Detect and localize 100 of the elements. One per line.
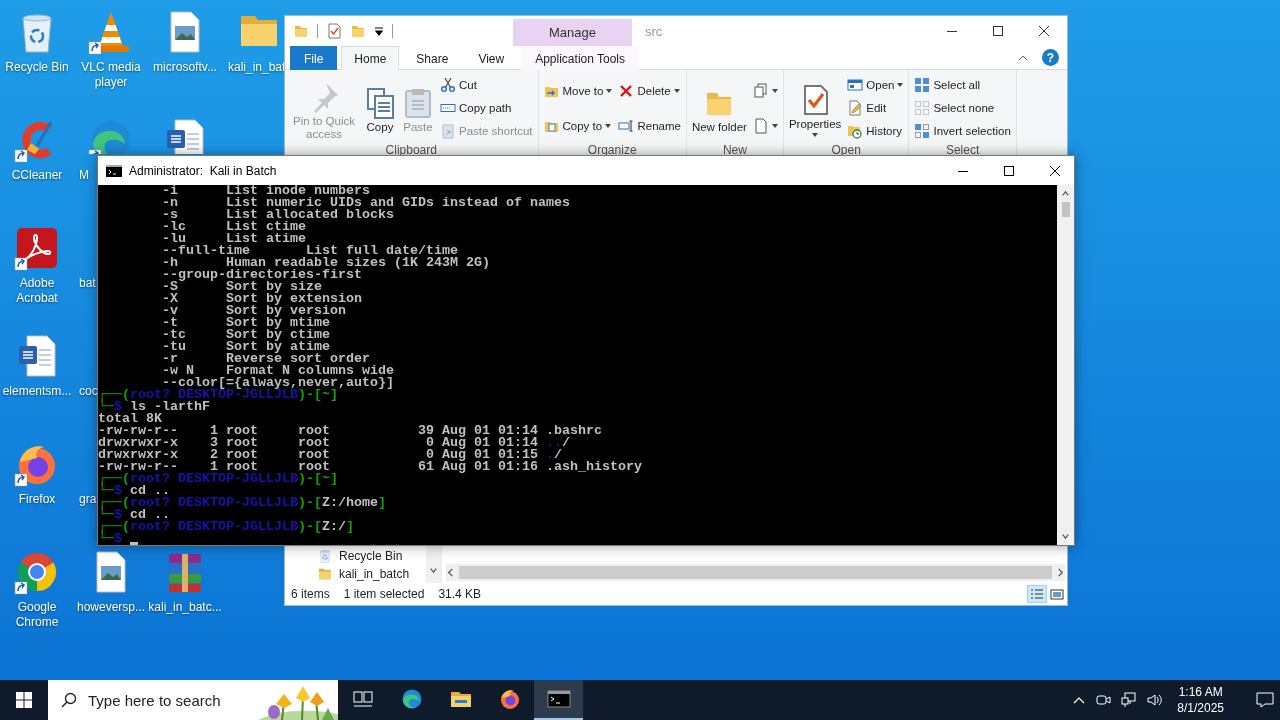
console-line: -h Human readable sizes (1K 243M 2G): [161, 257, 490, 269]
move-to-button[interactable]: Move to: [541, 81, 615, 100]
console-line: -X Sort by extension: [161, 293, 362, 305]
group-label: Select: [944, 143, 981, 159]
grid-icon: [914, 123, 931, 140]
console-line: -i List inode numbers: [161, 185, 370, 197]
close-icon[interactable]: [1039, 26, 1049, 36]
console-line: drwxrwxr-x 3 root root 0 Aug 01 01:14 ../: [98, 437, 570, 449]
invert-selection-button[interactable]: Invert selection: [912, 122, 1013, 141]
scrollbar-thumb[interactable]: [1061, 202, 1070, 217]
console-line: --color[={always,never,auto}]: [162, 377, 394, 389]
console-line: -v Sort by version: [161, 305, 346, 317]
close-icon[interactable]: [1050, 165, 1060, 176]
caret-icon: [605, 123, 612, 128]
dropdown-icon[interactable]: [374, 26, 384, 36]
grid-icon: [914, 76, 931, 93]
open-button[interactable]: Open: [845, 75, 906, 94]
selection-size: 31.4 KB: [438, 587, 482, 601]
maximize-icon[interactable]: [993, 26, 1003, 36]
console-line: -s List allocated blocks: [161, 209, 394, 221]
caret-icon: [606, 88, 613, 93]
nav-item[interactable]: kali_in_batch: [339, 567, 410, 581]
terminal-icon: [546, 687, 571, 711]
delete-button[interactable]: Delete: [616, 81, 683, 100]
ribbon-tab[interactable]: Application Tools: [521, 46, 640, 70]
clock[interactable]: 1:16 AM 8/1/2025: [1177, 684, 1224, 716]
clock-date: 8/1/2025: [1177, 700, 1224, 716]
camera-icon[interactable]: [1095, 692, 1112, 708]
select-none-button[interactable]: Select none: [912, 99, 1013, 117]
console-line: -r Reverse sort order: [161, 353, 370, 365]
edit-button[interactable]: Edit: [845, 99, 906, 117]
clipboard-icon: [440, 123, 456, 140]
notification-icon[interactable]: [1256, 692, 1274, 708]
search-icon: [61, 692, 77, 708]
rename-icon: [618, 117, 635, 134]
ribbon-tab[interactable]: File: [290, 46, 338, 70]
icon-label[interactable]: kali_in_batc...: [148, 600, 222, 615]
caret-icon: [897, 82, 904, 87]
icon-label[interactable]: howeversp...: [76, 600, 145, 615]
group-label: Organize: [586, 143, 638, 159]
icon-label[interactable]: bat: [74, 276, 96, 291]
network-icon[interactable]: [1121, 692, 1138, 708]
scrollbar-thumb[interactable]: [459, 566, 1052, 579]
select-all-button[interactable]: Select all: [912, 75, 1013, 94]
group-label: Clipboard: [384, 143, 438, 159]
console-line: -rw-rw-r-- 1 root root 39 Aug 01 01:14 .bashrc: [98, 425, 602, 437]
history-button[interactable]: History: [845, 122, 906, 141]
details-view-button[interactable]: [1027, 585, 1047, 603]
checklist-icon[interactable]: [326, 23, 342, 39]
window-title: Administrator: Kali in Batch: [129, 163, 278, 178]
caret-icon: [812, 133, 819, 137]
console-line: -S Sort by size: [161, 281, 322, 293]
caret-icon: [771, 123, 778, 128]
clock-time: 1:16 AM: [1178, 684, 1223, 700]
caret-icon: [771, 88, 778, 93]
window-title: src: [645, 23, 664, 39]
pencil-icon: [847, 100, 864, 116]
console-line: -rw-rw-r-- 1 root root 61 Aug 01 01:16 .ash_history: [98, 461, 642, 473]
context-tab-header: Manage: [513, 19, 632, 46]
windows-logo-icon[interactable]: [16, 692, 32, 708]
copy-icon: [364, 87, 396, 119]
details-view-icon: [1029, 587, 1045, 601]
icon-label[interactable]: coc: [74, 384, 98, 399]
cut-button[interactable]: Cut: [438, 75, 535, 94]
icon-label[interactable]: Google Chrome: [0, 600, 74, 630]
window-icon: [847, 76, 864, 93]
new-folder-button[interactable]: New folder: [689, 81, 749, 135]
help-button[interactable]: ?: [1042, 49, 1059, 66]
scissors-icon: [440, 76, 456, 93]
icon-label[interactable]: Firefox: [18, 492, 56, 507]
console-line: -t Sort by mtime: [161, 317, 330, 329]
group-label: Open: [830, 143, 862, 159]
console-line: -lu List atime: [161, 233, 306, 245]
copy-to-button[interactable]: Copy to: [541, 116, 615, 135]
icon-label[interactable]: Adobe Acrobat: [0, 276, 74, 306]
console-line: total 8K: [98, 413, 162, 425]
recycle-bin-icon: [317, 548, 333, 564]
nav-item[interactable]: Recycle Bin: [339, 549, 403, 563]
icon-label[interactable]: gra: [74, 492, 97, 507]
large-icons-view-icon: [1049, 587, 1065, 601]
search-field[interactable]: Type here to search: [48, 680, 338, 720]
maximize-icon[interactable]: [1004, 165, 1014, 176]
rename-button[interactable]: Rename: [616, 116, 683, 135]
volume-icon[interactable]: [1147, 692, 1164, 708]
console-line: --group-directories-first: [161, 269, 362, 281]
properties-button[interactable]: Properties: [786, 78, 844, 138]
console-line: -n List numeric UIDs and GIDs instead of names: [161, 197, 570, 209]
console-line: -tu Sort by atime: [161, 341, 330, 353]
page-icon: [752, 117, 769, 134]
copy-path-button[interactable]: Copy path: [438, 99, 535, 117]
ribbon-tab[interactable]: Home: [341, 46, 400, 70]
console-line: -lc List ctime: [161, 221, 306, 233]
delete-icon: [618, 82, 635, 99]
console-line: -w N Format N columns wide: [161, 365, 394, 377]
icon-label[interactable]: elementsm...: [2, 384, 72, 399]
taskbar-button[interactable]: [534, 680, 583, 720]
terminal-icon: [106, 164, 122, 177]
ribbon-tab[interactable]: Share: [403, 46, 462, 70]
ribbon-tab[interactable]: View: [465, 46, 518, 70]
copy-button[interactable]: Copy: [362, 81, 398, 135]
